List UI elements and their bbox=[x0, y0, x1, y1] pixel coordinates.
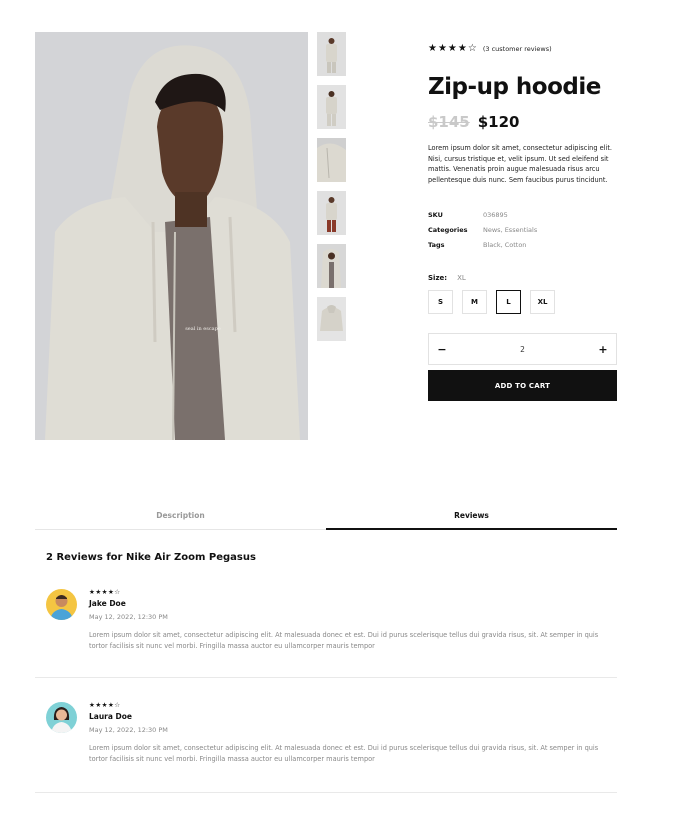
size-label: Size: bbox=[428, 274, 448, 282]
meta-value: 036895 bbox=[483, 210, 508, 219]
product-main-image: seal in escape bbox=[35, 32, 308, 440]
reviews-heading: 2 Reviews for Nike Air Zoom Pegasus bbox=[46, 552, 256, 563]
review-text: Lorem ipsum dolor sit amet, consectetur … bbox=[89, 744, 599, 763]
price-row: $145 $120 bbox=[428, 113, 520, 131]
thumbnail-2[interactable] bbox=[317, 85, 346, 129]
thumbnail-4[interactable] bbox=[317, 191, 346, 235]
size-button-l[interactable]: L bbox=[496, 290, 521, 314]
divider bbox=[35, 792, 617, 793]
shirt-graphic-text: seal in escape bbox=[185, 326, 221, 332]
avatar bbox=[46, 702, 77, 733]
rating-row: ★★★★☆ (3 customer reviews) bbox=[428, 43, 552, 54]
reviewer-name: Laura Doe bbox=[89, 712, 133, 721]
product-tabs: Description Reviews bbox=[35, 505, 617, 530]
old-price: $145 bbox=[428, 113, 470, 131]
selected-size-value: XL bbox=[457, 274, 466, 282]
thumbnail-3[interactable] bbox=[317, 138, 346, 182]
thumbnail-6[interactable] bbox=[317, 297, 346, 341]
product-meta: SKU 036895 Categories News, Essentials T… bbox=[428, 207, 537, 252]
review-text: Lorem ipsum dolor sit amet, consectetur … bbox=[89, 631, 599, 650]
size-options: S M L XL bbox=[428, 290, 555, 314]
divider bbox=[35, 677, 617, 678]
minus-icon[interactable]: − bbox=[436, 343, 448, 356]
review-date: May 12, 2022, 12:30 PM bbox=[89, 726, 168, 734]
meta-row-categories: Categories News, Essentials bbox=[428, 222, 537, 237]
review-body: ★★★★☆ Laura Doe May 12, 2022, 12:30 PM L… bbox=[89, 701, 617, 764]
meta-key: SKU bbox=[428, 210, 443, 219]
quantity-stepper: − 2 + bbox=[428, 333, 617, 365]
review-count-link[interactable]: (3 customer reviews) bbox=[483, 45, 552, 53]
size-button-s[interactable]: S bbox=[428, 290, 453, 314]
current-price: $120 bbox=[477, 113, 520, 131]
product-description: Lorem ipsum dolor sit amet, consectetur … bbox=[428, 144, 613, 184]
review-body: ★★★★☆ Jake Doe May 12, 2022, 12:30 PM Lo… bbox=[89, 588, 617, 651]
meta-value[interactable]: News, Essentials bbox=[483, 226, 537, 234]
reviewer-name: Jake Doe bbox=[89, 599, 126, 608]
review-date: May 12, 2022, 12:30 PM bbox=[89, 613, 168, 621]
tab-reviews[interactable]: Reviews bbox=[326, 505, 617, 530]
review-star-icon: ★★★★☆ bbox=[89, 701, 121, 709]
add-to-cart-button[interactable]: ADD TO CART bbox=[428, 370, 617, 401]
plus-icon[interactable]: + bbox=[597, 343, 609, 356]
meta-key: Tags bbox=[428, 240, 445, 249]
thumbnail-strip bbox=[317, 32, 346, 350]
tab-description[interactable]: Description bbox=[35, 505, 326, 529]
meta-row-tags: Tags Black, Cotton bbox=[428, 237, 537, 252]
thumbnail-1[interactable] bbox=[317, 32, 346, 76]
size-label-row: Size: XL bbox=[428, 274, 466, 282]
size-button-m[interactable]: M bbox=[462, 290, 487, 314]
thumbnail-5[interactable] bbox=[317, 244, 346, 288]
meta-key: Categories bbox=[428, 225, 468, 234]
quantity-input[interactable]: 2 bbox=[520, 345, 525, 354]
star-rating-icon: ★★★★☆ bbox=[428, 43, 478, 54]
size-button-xl[interactable]: XL bbox=[530, 290, 555, 314]
avatar bbox=[46, 589, 77, 620]
meta-value[interactable]: Black, Cotton bbox=[483, 241, 526, 249]
meta-row-sku: SKU 036895 bbox=[428, 207, 537, 222]
review-star-icon: ★★★★☆ bbox=[89, 588, 121, 596]
product-title: Zip-up hoodie bbox=[428, 74, 601, 100]
